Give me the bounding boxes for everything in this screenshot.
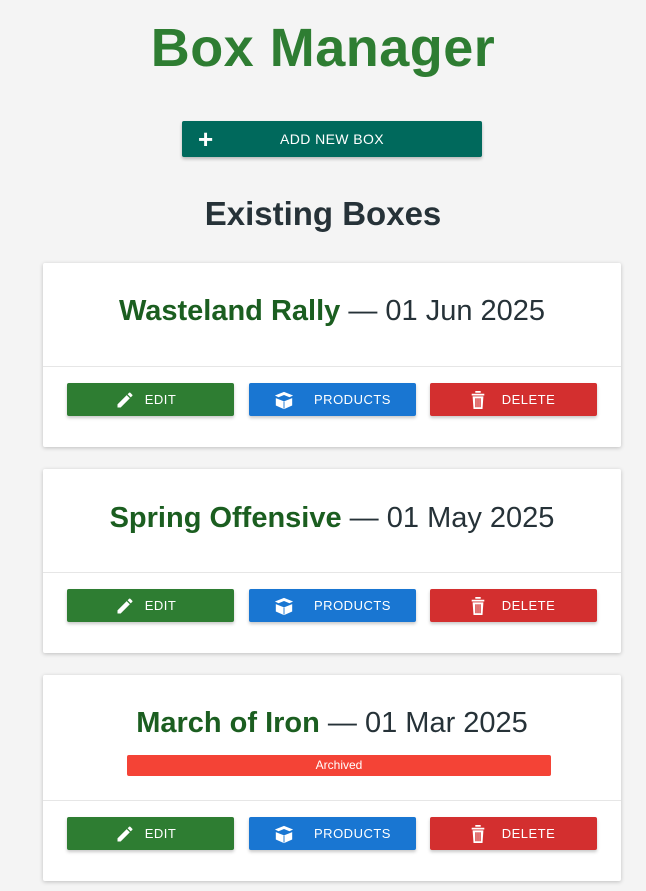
box-icon <box>273 596 294 616</box>
box-card: March of Iron — 01 Mar 2025 Archived EDI… <box>43 675 621 881</box>
section-title: Existing Boxes <box>204 195 442 232</box>
box-card-title: Spring Offensive — 01 May 2025 <box>43 498 621 538</box>
trash-icon <box>469 596 489 616</box>
box-title-separator: — <box>340 295 386 327</box>
delete-button[interactable]: DELETE <box>430 589 597 622</box>
box-card-actions: EDIT PRODUCTS DELETE <box>43 573 621 653</box>
delete-button-label: DELETE <box>501 826 556 841</box>
edit-button[interactable]: EDIT <box>67 817 234 850</box>
pencil-icon <box>115 596 135 616</box>
box-name: Wasteland Rally <box>118 295 341 327</box>
box-card-header: March of Iron — 01 Mar 2025 Archived <box>43 675 621 801</box>
box-icon <box>273 390 294 410</box>
box-date: 01 May 2025 <box>386 502 555 534</box>
plus-icon: + <box>198 124 214 154</box>
delete-button[interactable]: DELETE <box>430 383 597 416</box>
products-button[interactable]: PRODUCTS <box>249 817 416 850</box>
box-name: Spring Offensive <box>109 502 342 534</box>
delete-button-label: DELETE <box>501 392 556 407</box>
edit-button[interactable]: EDIT <box>67 383 234 416</box>
box-title-separator: — <box>319 707 365 739</box>
delete-button[interactable]: DELETE <box>430 817 597 850</box>
box-card-actions: EDIT PRODUCTS DELETE <box>43 367 621 447</box>
box-card: Spring Offensive — 01 May 2025 EDIT PROD… <box>43 469 621 653</box>
add-new-box-button[interactable]: + ADD NEW BOX <box>182 121 482 157</box>
edit-button-label: EDIT <box>144 826 177 841</box>
products-button-label: PRODUCTS <box>314 598 391 613</box>
products-button[interactable]: PRODUCTS <box>249 383 416 416</box>
box-icon <box>273 824 294 844</box>
edit-button-label: EDIT <box>144 598 177 613</box>
box-date: 01 Jun 2025 <box>385 295 546 327</box>
box-card-title: March of Iron — 01 Mar 2025 <box>43 703 621 743</box>
box-card-header: Spring Offensive — 01 May 2025 <box>43 469 621 573</box>
add-new-box-label: ADD NEW BOX <box>280 131 384 147</box>
box-manager-page: Box Manager + ADD NEW BOX Existing Boxes… <box>0 0 646 891</box>
page-title: Box Manager <box>150 18 496 78</box>
pencil-icon <box>115 824 135 844</box>
trash-icon <box>469 390 489 410</box>
box-card: Wasteland Rally — 01 Jun 2025 EDIT PRODU… <box>43 263 621 447</box>
archived-badge: Archived <box>127 755 551 776</box>
products-button-label: PRODUCTS <box>314 826 391 841</box>
box-card-header: Wasteland Rally — 01 Jun 2025 <box>43 263 621 367</box>
box-name: March of Iron <box>136 707 320 739</box>
products-button[interactable]: PRODUCTS <box>249 589 416 622</box>
pencil-icon <box>115 390 135 410</box>
delete-button-label: DELETE <box>501 598 556 613</box>
box-card-title: Wasteland Rally — 01 Jun 2025 <box>43 291 621 331</box>
box-title-separator: — <box>341 502 387 534</box>
edit-button-label: EDIT <box>144 392 177 407</box>
box-card-actions: EDIT PRODUCTS DELETE <box>43 801 621 881</box>
trash-icon <box>469 824 489 844</box>
box-date: 01 Mar 2025 <box>364 707 528 739</box>
products-button-label: PRODUCTS <box>314 392 391 407</box>
edit-button[interactable]: EDIT <box>67 589 234 622</box>
